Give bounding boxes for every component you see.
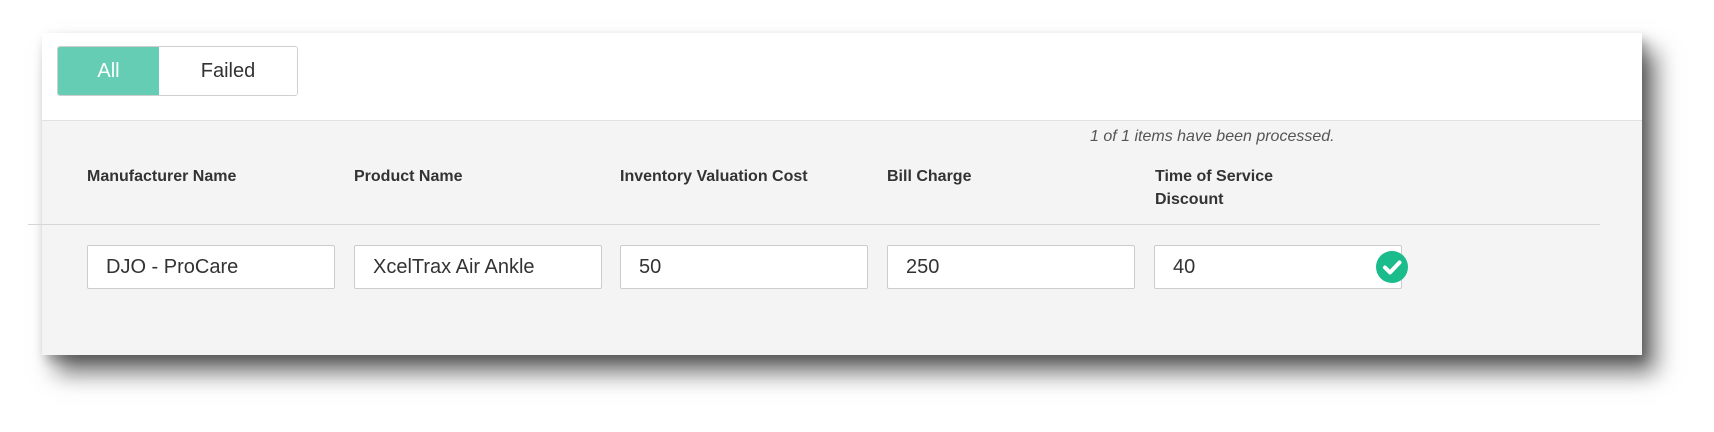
- time-of-service-discount-field[interactable]: [1154, 245, 1402, 289]
- column-header-time-of-service-line1: Time of Service: [1155, 168, 1273, 185]
- column-header-time-of-service-line2: Discount: [1155, 191, 1224, 208]
- filter-all-button[interactable]: All: [58, 47, 159, 95]
- check-circle-icon: [1376, 251, 1408, 283]
- filter-failed-button[interactable]: Failed: [159, 47, 297, 95]
- filter-bar: All Failed: [42, 33, 1642, 121]
- column-header-time-of-service-discount: Time of Service Discount: [1155, 165, 1273, 211]
- column-header-inventory-cost: Inventory Valuation Cost: [620, 168, 808, 185]
- column-header-product: Product Name: [354, 168, 463, 185]
- check-circle-background: [1376, 251, 1408, 283]
- processing-status-text: 1 of 1 items have been processed.: [1090, 128, 1335, 145]
- inventory-valuation-cost-field[interactable]: [620, 245, 868, 289]
- bill-charge-field[interactable]: [887, 245, 1135, 289]
- column-header-manufacturer: Manufacturer Name: [87, 168, 237, 185]
- column-header-bill-charge: Bill Charge: [887, 168, 972, 185]
- header-divider: [28, 224, 1600, 225]
- manufacturer-name-field[interactable]: [87, 245, 335, 289]
- filter-toggle-group: All Failed: [57, 46, 298, 96]
- import-results-panel: All Failed: [42, 33, 1642, 355]
- product-name-field[interactable]: [354, 245, 602, 289]
